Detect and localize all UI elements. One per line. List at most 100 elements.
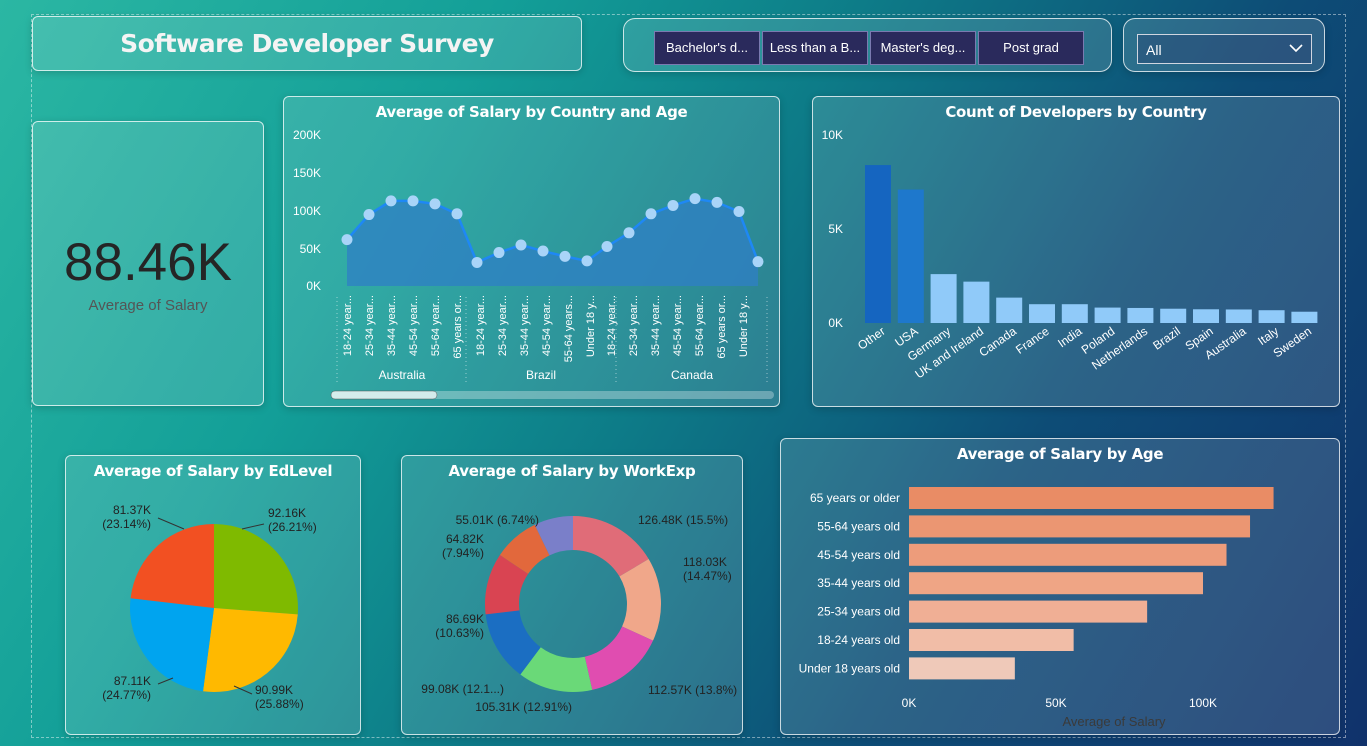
x-tick-label: Under 18 y... — [585, 295, 597, 357]
pie-slice — [214, 524, 298, 615]
kpi-card: 88.46K Average of Salary — [32, 121, 264, 406]
data-label: (26.21%) — [268, 520, 317, 534]
bar — [909, 572, 1203, 595]
donut-chart-workexp: 126.48K (15.5%) 118.03K(14.47%) 112.57K (1… — [421, 513, 737, 714]
data-label: 87.11K — [114, 674, 151, 688]
y-tick-label: 65 years or older — [810, 491, 900, 505]
bar-chart-age: 0K 50K 100K Average of Salary 65 years o… — [799, 487, 1274, 729]
salary-age-card: Average of Salary by Age 0K 50K 100K Ave… — [780, 438, 1340, 735]
slicer-button-post-grad[interactable]: Post grad — [978, 31, 1084, 65]
data-label: 90.99K — [255, 683, 293, 697]
data-label: 64.82K — [446, 532, 484, 546]
data-label: 99.08K (12.1...) — [421, 682, 504, 696]
data-point — [601, 240, 613, 252]
data-label: (25.88%) — [255, 697, 304, 711]
data-point — [407, 195, 419, 207]
x-tick-label: 55-64 year... — [430, 295, 442, 356]
bar — [1127, 307, 1154, 323]
x-tick-label: Canada — [976, 324, 1019, 360]
pie-slice — [130, 524, 214, 608]
data-point — [537, 245, 549, 257]
bar — [1094, 307, 1121, 323]
data-point — [689, 193, 701, 205]
x-tick-label: 45-54 year... — [672, 295, 684, 356]
y-tick: 10K — [822, 128, 843, 142]
data-label: 81.37K — [113, 503, 151, 517]
y-tick: 150K — [293, 166, 321, 180]
leader-line — [157, 517, 185, 530]
x-tick-label: Other — [855, 324, 888, 353]
salary-edlevel-card: Average of Salary by EdLevel 92.16K (26.2… — [65, 455, 361, 735]
y-tick: 0K — [828, 316, 843, 330]
slicer-button-bachelors[interactable]: Bachelor's d... — [654, 31, 760, 65]
data-point — [515, 239, 527, 251]
data-label: (10.63%) — [435, 626, 484, 640]
bar-chart-country: 10K 5K 0K Other USAGermanyUK and IrelandC… — [822, 128, 1318, 381]
y-tick-label: 25-34 years old — [817, 605, 900, 619]
data-label: (24.77%) — [102, 688, 151, 702]
x-tick: 50K — [1045, 696, 1066, 710]
x-tick-label: 25-34 year... — [628, 295, 640, 356]
x-axis-label: Average of Salary — [1062, 714, 1166, 729]
x-tick-label: 18-24 year... — [342, 295, 354, 356]
bar — [996, 297, 1023, 323]
bar — [930, 274, 957, 323]
kpi-value: 88.46K — [64, 233, 232, 292]
bar — [1291, 311, 1318, 323]
data-point — [559, 250, 571, 262]
scrollbar-thumb[interactable] — [330, 390, 438, 400]
leader-line — [241, 523, 265, 530]
data-point — [341, 234, 353, 246]
y-tick: 200K — [293, 128, 321, 142]
slicer-button-less-than-bachelors[interactable]: Less than a B... — [762, 31, 868, 65]
dropdown-select[interactable]: All — [1137, 34, 1312, 64]
y-tick: 0K — [306, 279, 321, 293]
group-label-canada: Canada — [671, 368, 713, 382]
data-point — [733, 206, 745, 218]
data-point — [493, 247, 505, 259]
bar — [1061, 304, 1088, 323]
y-tick-label: 55-64 years old — [817, 519, 900, 533]
bar — [865, 165, 891, 323]
bar — [909, 629, 1074, 651]
data-label: (23.14%) — [102, 517, 151, 531]
x-tick-label: 65 years or... — [716, 295, 728, 359]
data-label: 112.57K (13.8%) — [648, 683, 737, 697]
bar — [897, 189, 924, 323]
x-tick-label: 18-24 year... — [606, 295, 618, 356]
x-tick-label: 45-54 year... — [408, 295, 420, 356]
data-point — [667, 199, 679, 211]
x-tick-label: 65 years or... — [452, 295, 464, 359]
x-tick-label: France — [1013, 324, 1052, 357]
data-label: 118.03K — [683, 555, 727, 569]
x-tick-label: 35-44 year... — [650, 295, 662, 356]
bar — [1029, 304, 1055, 323]
x-tick-label: 45-54 year... — [541, 295, 553, 356]
leader-line — [157, 677, 174, 685]
salary-workexp-card: Average of Salary by WorkExp 126.48K (15… — [401, 455, 743, 735]
x-tick-label: 35-44 year... — [386, 295, 398, 356]
slicer-button-masters[interactable]: Master's deg... — [870, 31, 976, 65]
kpi-label: Average of Salary — [88, 297, 208, 314]
group-label-brazil: Brazil — [526, 368, 556, 382]
dev-count-country-card: Count of Developers by Country 10K 5K 0K… — [812, 96, 1340, 407]
bar — [963, 281, 990, 323]
x-tick: 100K — [1189, 696, 1217, 710]
x-tick-label: 35-44 year... — [519, 295, 531, 356]
data-label: 55.01K (6.74%) — [456, 513, 539, 527]
donut-slice — [584, 626, 654, 690]
data-label: 86.69K — [446, 612, 484, 626]
bar — [909, 543, 1227, 566]
data-point — [752, 256, 764, 268]
y-tick-label: 18-24 years old — [817, 633, 900, 647]
x-tick-label: 55-64 years... — [563, 295, 575, 362]
pie-chart-edlevel: 92.16K(26.21%) 90.99K(25.88%) 87.11K(24.77… — [102, 503, 317, 711]
group-label-australia: Australia — [379, 368, 426, 382]
area-fill — [347, 198, 758, 286]
dropdown-value: All — [1146, 42, 1162, 58]
bar — [1225, 309, 1252, 323]
y-tick: 100K — [293, 204, 321, 218]
data-point — [471, 256, 483, 268]
bar — [909, 487, 1274, 509]
data-point — [645, 208, 657, 220]
